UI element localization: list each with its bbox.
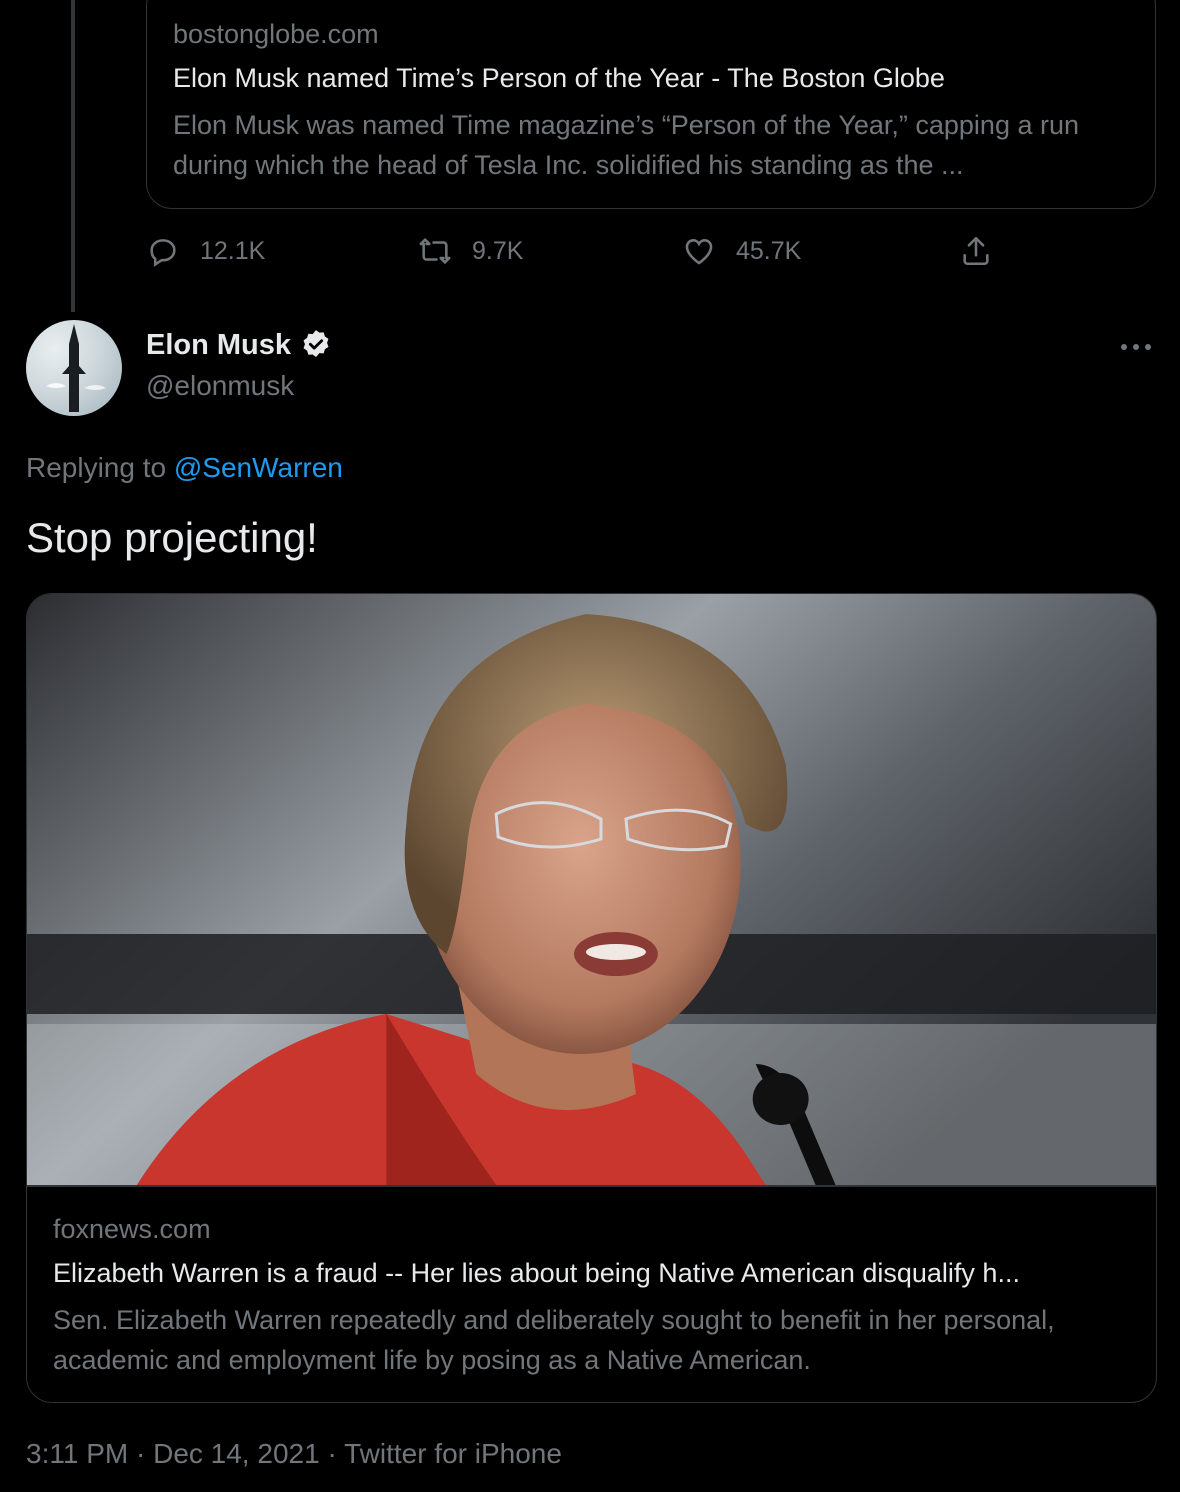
tweet-metadata: 3:11 PM · Dec 14, 2021 · Twitter for iPh… — [26, 1438, 562, 1470]
link-card-foxnews[interactable]: foxnews.com Elizabeth Warren is a fraud … — [26, 593, 1157, 1403]
thread-connector-line — [71, 0, 75, 312]
link-card-domain: foxnews.com — [53, 1214, 211, 1244]
tweet-date[interactable]: Dec 14, 2021 — [153, 1438, 320, 1469]
link-card-domain: bostonglobe.com — [173, 19, 379, 49]
retweet-icon — [419, 238, 451, 264]
reply-count: 12.1K — [200, 236, 266, 265]
more-icon — [1121, 344, 1151, 350]
replying-to-label: Replying to — [26, 452, 174, 483]
author-name: Elon Musk — [146, 328, 292, 361]
tweet-source[interactable]: Twitter for iPhone — [344, 1438, 562, 1469]
verified-badge-icon — [303, 330, 329, 358]
more-options-button[interactable] — [1116, 330, 1156, 360]
meta-separator: · — [327, 1438, 337, 1469]
reply-icon — [150, 239, 176, 267]
tweet-text: Stop projecting! — [26, 514, 318, 561]
link-card-bostonglobe[interactable]: bostonglobe.com Elon Musk named Time’s P… — [146, 0, 1156, 209]
tweet-time[interactable]: 3:11 PM — [26, 1438, 128, 1469]
mention-link[interactable]: @SenWarren — [174, 452, 343, 483]
share-icon — [963, 236, 989, 266]
link-card-description: Sen. Elizabeth Warren repeatedly and del… — [53, 1305, 1055, 1375]
reply-button[interactable]: 12.1K — [146, 234, 265, 268]
tweet-action-bar: 12.1K 9.7K 45.7K — [146, 234, 1156, 278]
link-card-image — [27, 594, 1156, 1185]
retweet-count: 9.7K — [472, 236, 524, 265]
link-card-title: Elizabeth Warren is a fraud -- Her lies … — [53, 1258, 1020, 1288]
avatar[interactable] — [26, 320, 122, 416]
author-name-row[interactable]: Elon Musk — [146, 328, 333, 362]
starship-icon — [46, 324, 106, 412]
heart-icon — [685, 239, 713, 265]
retweet-button[interactable]: 9.7K — [418, 234, 523, 268]
like-count: 45.7K — [736, 236, 802, 265]
meta-separator: · — [135, 1438, 146, 1469]
replying-to-line: Replying to @SenWarren — [26, 452, 343, 484]
like-button[interactable]: 45.7K — [682, 234, 801, 268]
link-card-title: Elon Musk named Time’s Person of the Yea… — [173, 63, 945, 93]
link-card-description: Elon Musk was named Time magazine’s “Per… — [173, 110, 1080, 180]
card-divider — [27, 1185, 1156, 1187]
author-handle[interactable]: @elonmusk — [146, 370, 294, 402]
share-button[interactable] — [959, 234, 993, 268]
